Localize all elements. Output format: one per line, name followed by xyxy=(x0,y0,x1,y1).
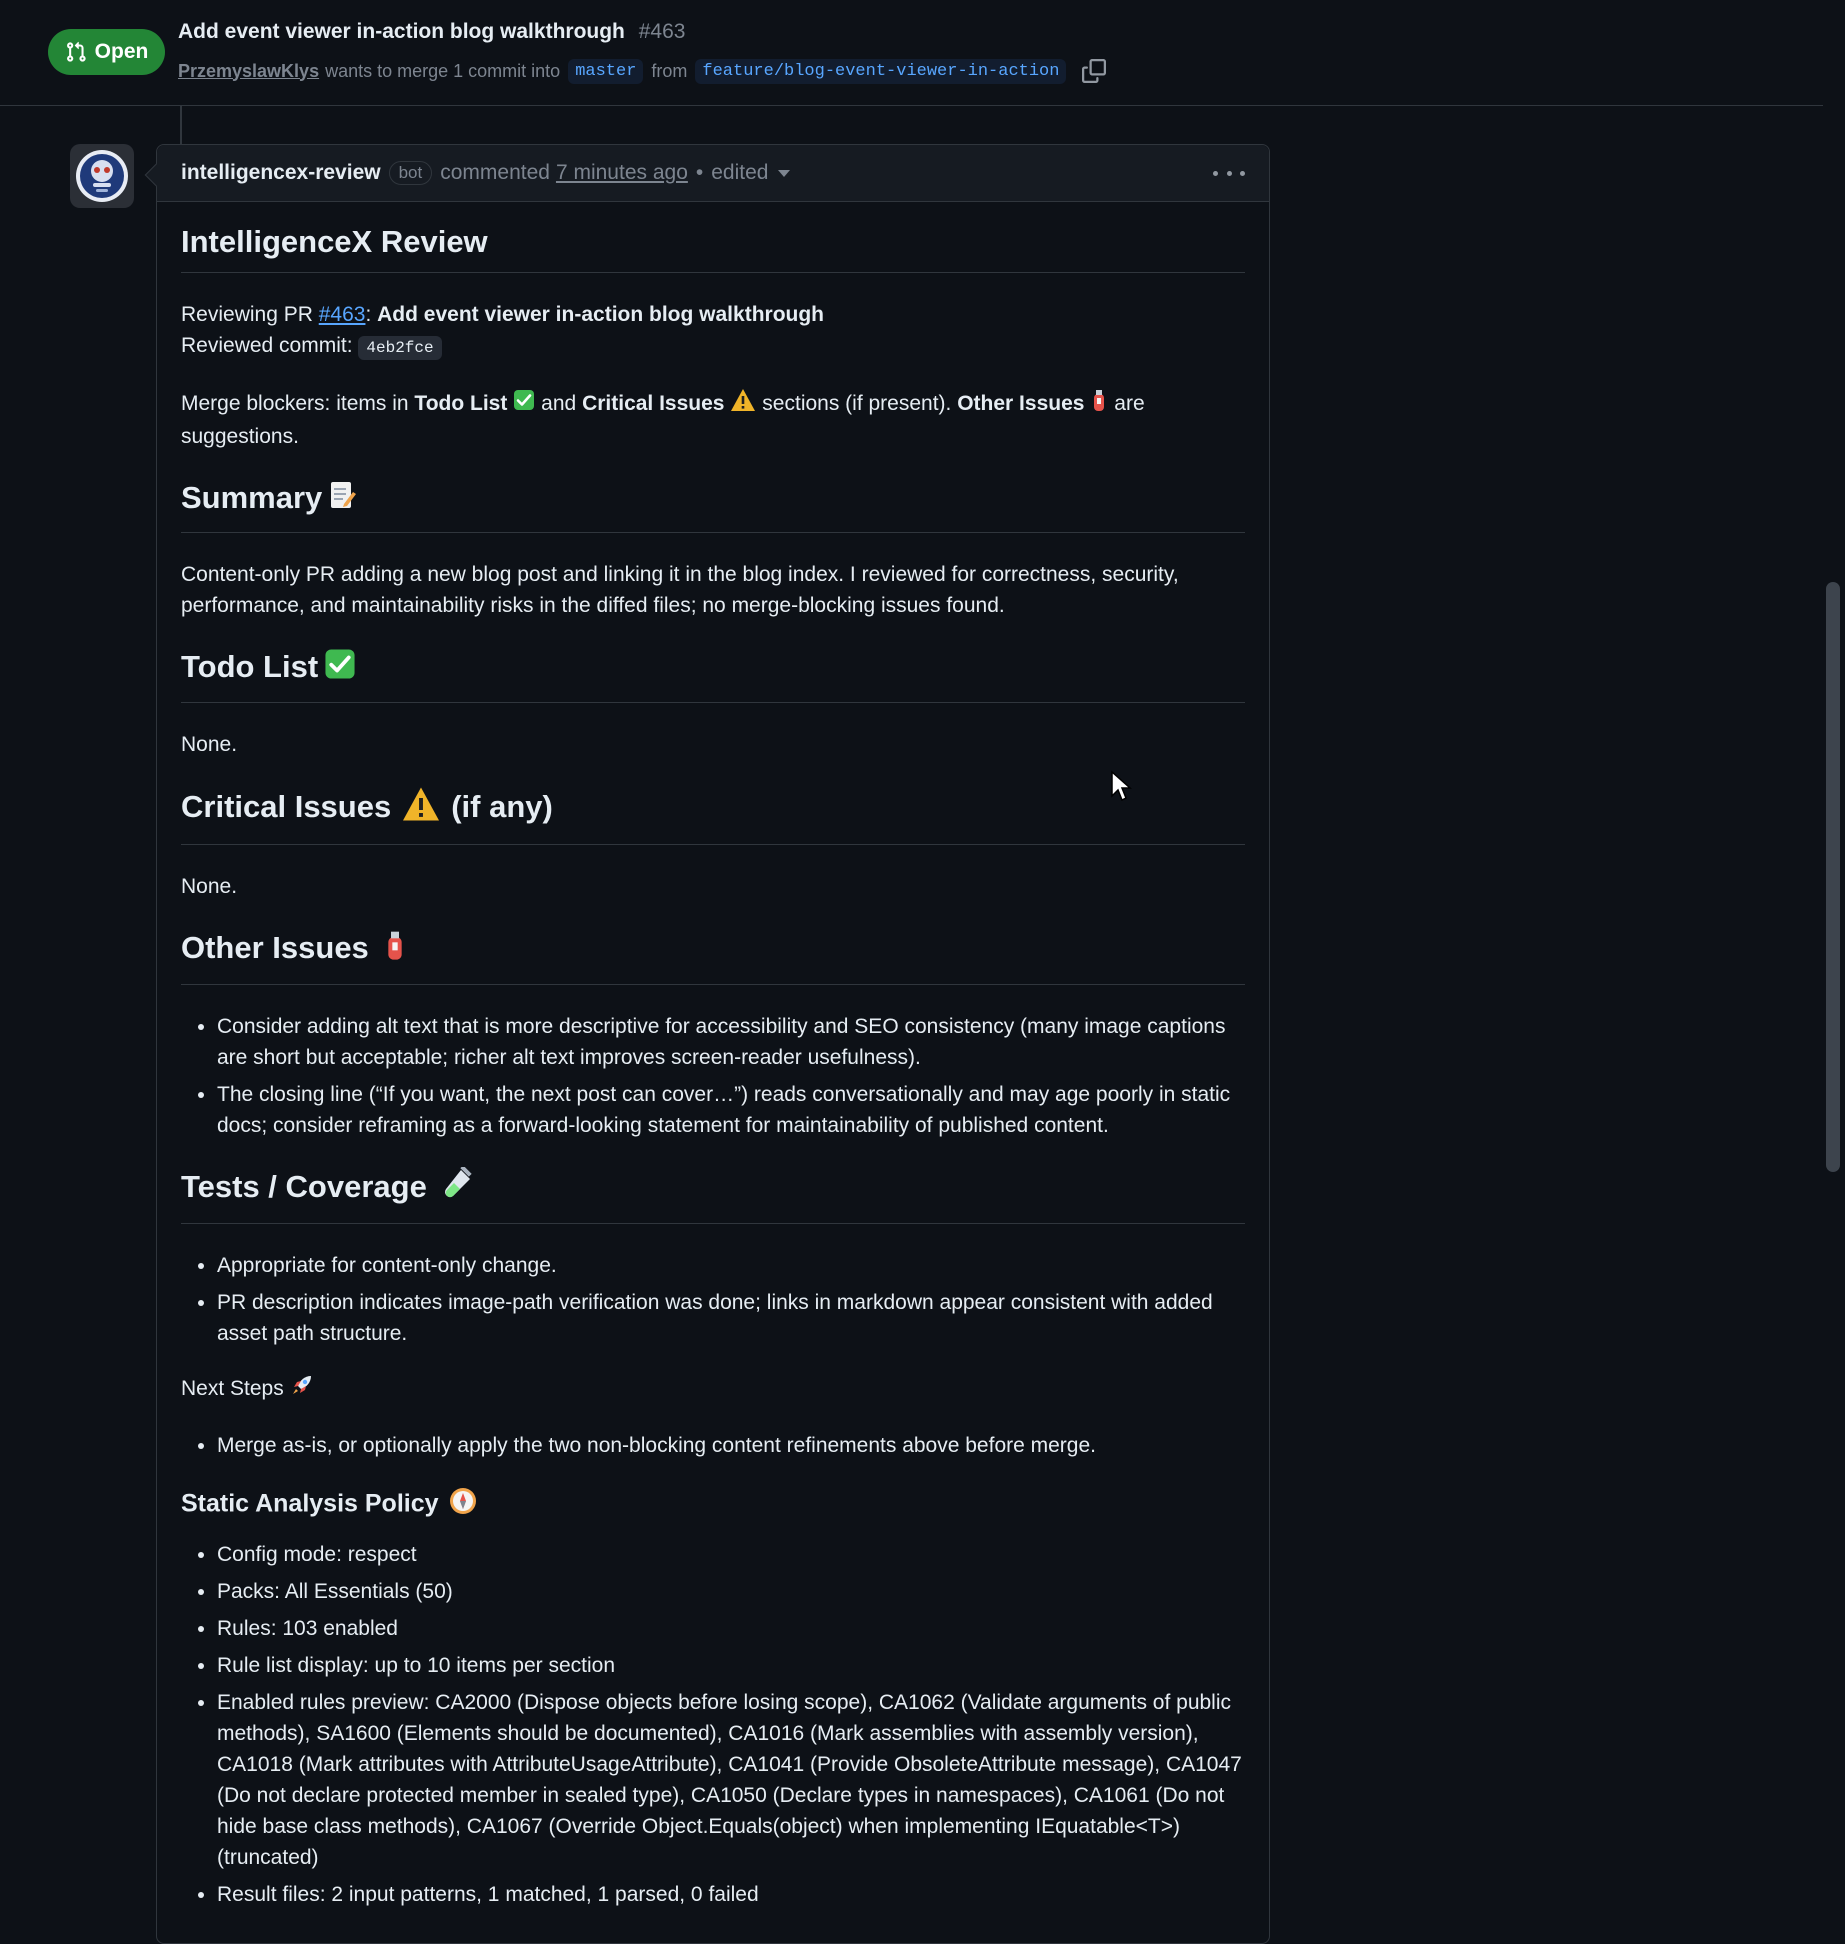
critical-heading: Critical Issues (if any) xyxy=(181,786,1245,845)
kebab-dot xyxy=(1226,170,1232,176)
list-item: Rules: 103 enabled xyxy=(217,1613,1245,1644)
timeline-line xyxy=(180,106,182,144)
other-issues-list: Consider adding alt text that is more de… xyxy=(181,1011,1245,1141)
list-item: Rule list display: up to 10 items per se… xyxy=(217,1650,1245,1681)
blockers-other: Other Issues xyxy=(957,392,1085,416)
todo-text: None. xyxy=(181,732,238,756)
blockers-text-1: Merge blockers: items in xyxy=(181,392,415,416)
kebab-horizontal-icon xyxy=(1213,170,1218,176)
blockers-critical: Critical Issues xyxy=(582,392,725,416)
review-title: IntelligenceX Review xyxy=(181,222,1245,273)
policy-heading-text: Static Analysis Policy xyxy=(181,1489,439,1518)
pr-link[interactable]: #463 xyxy=(319,303,366,326)
blockers-todo: Todo List xyxy=(414,392,508,416)
compass-emoji xyxy=(449,1487,477,1523)
copy-icon xyxy=(1082,59,1107,83)
reviewing-prefix: Reviewing PR xyxy=(181,303,319,326)
pr-merge-text: wants to merge 1 commit into xyxy=(325,60,561,81)
other-heading: Other Issues xyxy=(181,928,1245,985)
check-mark-button-emoji xyxy=(513,389,535,420)
critical-heading-suffix: (if any) xyxy=(451,788,553,824)
blockers-text-3: sections (if present). xyxy=(756,392,958,416)
avatar[interactable] xyxy=(70,144,134,208)
tests-list: Appropriate for content-only change. PR … xyxy=(181,1250,1245,1349)
pr-state-label: Open xyxy=(94,40,149,63)
list-item: The closing line (“If you want, the next… xyxy=(217,1079,1245,1141)
bot-avatar-icon xyxy=(76,150,128,202)
comment-body: IntelligenceX Review Reviewing PR #463: … xyxy=(157,202,1269,1910)
critical-heading-text: Critical Issues xyxy=(181,788,392,824)
mouse-cursor-icon xyxy=(1111,770,1132,802)
list-item: Config mode: respect xyxy=(217,1539,1245,1570)
list-item: Packs: All Essentials (50) xyxy=(217,1576,1245,1607)
next-steps-list: Merge as-is, or optionally apply the two… xyxy=(181,1430,1245,1461)
critical-text: None. xyxy=(181,874,238,898)
blockers-text-2: and xyxy=(535,392,583,416)
base-branch[interactable]: master xyxy=(568,58,644,84)
edited-label: edited xyxy=(711,161,769,184)
chevron-down-icon xyxy=(778,169,791,177)
commit-hash: 4eb2fce xyxy=(358,336,442,360)
test-tube-emoji xyxy=(439,1164,473,1211)
head-branch[interactable]: feature/blog-event-viewer-in-action xyxy=(695,58,1067,84)
comment-timestamp[interactable]: 7 minutes ago xyxy=(556,161,688,185)
page-scrollbar-thumb[interactable] xyxy=(1826,582,1840,1172)
pr-title[interactable]: Add event viewer in-action blog walkthro… xyxy=(178,20,625,43)
bot-label: bot xyxy=(388,161,433,185)
pr-meta: PrzemyslawKlys wants to merge 1 commit i… xyxy=(178,57,1108,85)
next-steps-label: Next Steps xyxy=(181,1373,1245,1406)
summary-heading-text: Summary xyxy=(181,480,323,515)
reviewing-title: Add event viewer in-action blog walkthro… xyxy=(377,303,825,326)
list-item: Result files: 2 input patterns, 1 matche… xyxy=(217,1879,1245,1910)
meta-separator: • xyxy=(695,161,704,184)
comment-author[interactable]: intelligencex-review xyxy=(181,161,381,185)
summary-text: Content-only PR adding a new blog post a… xyxy=(181,562,1179,617)
edited-dropdown[interactable]: edited xyxy=(711,161,791,185)
tests-heading-text: Tests / Coverage xyxy=(181,1168,427,1204)
fire-extinguisher-emoji xyxy=(1090,388,1108,421)
list-item: PR description indicates image-path veri… xyxy=(217,1287,1245,1349)
policy-heading: Static Analysis Policy xyxy=(181,1487,1245,1523)
reviewing-colon: : xyxy=(365,303,378,326)
commit-prefix: Reviewed commit: xyxy=(181,334,359,357)
commit-line: Reviewed commit: 4eb2fce xyxy=(181,330,1245,364)
list-item: Consider adding alt text that is more de… xyxy=(217,1011,1245,1073)
git-pull-request-icon xyxy=(66,41,86,62)
pr-from-text: from xyxy=(651,60,688,81)
comment-options-button[interactable] xyxy=(1213,161,1245,185)
list-item: Merge as-is, or optionally apply the two… xyxy=(217,1430,1245,1461)
reviewing-paragraph: Reviewing PR #463: Add event viewer in-a… xyxy=(181,299,1245,364)
rocket-emoji xyxy=(290,1373,314,1406)
merge-blockers-paragraph: Merge blockers: items in Todo List and C… xyxy=(181,388,1245,452)
pr-sticky-header: Open Add event viewer in-action blog wal… xyxy=(0,0,1823,106)
list-item: Enabled rules preview: CA2000 (Dispose o… xyxy=(217,1687,1245,1873)
pr-title-line: Add event viewer in-action blog walkthro… xyxy=(178,20,685,44)
other-heading-text: Other Issues xyxy=(181,929,369,965)
todo-heading: Todo List xyxy=(181,647,1245,703)
check-mark-button-emoji xyxy=(324,648,356,690)
summary-heading: Summary xyxy=(181,478,1245,533)
policy-list: Config mode: respect Packs: All Essentia… xyxy=(181,1539,1245,1910)
comment-header: intelligencex-review bot commented 7 min… xyxy=(157,145,1269,202)
reviewing-line: Reviewing PR #463: Add event viewer in-a… xyxy=(181,299,1245,330)
pr-state-badge: Open xyxy=(48,29,165,75)
kebab-dot xyxy=(1240,170,1245,176)
todo-heading-text: Todo List xyxy=(181,648,319,684)
memo-emoji xyxy=(328,480,357,520)
warning-emoji xyxy=(401,786,441,832)
next-steps-text: Next Steps xyxy=(181,1376,284,1400)
comment-action: commented xyxy=(440,161,550,184)
list-item: Appropriate for content-only change. xyxy=(217,1250,1245,1281)
fire-extinguisher-emoji xyxy=(383,928,407,972)
warning-emoji xyxy=(730,388,756,421)
pr-number: #463 xyxy=(638,20,686,43)
pr-author-link[interactable]: PrzemyslawKlys xyxy=(178,61,319,82)
tests-heading: Tests / Coverage xyxy=(181,1164,1245,1224)
copy-branch-button[interactable] xyxy=(1080,57,1108,85)
review-comment: intelligencex-review bot commented 7 min… xyxy=(144,144,1270,1944)
